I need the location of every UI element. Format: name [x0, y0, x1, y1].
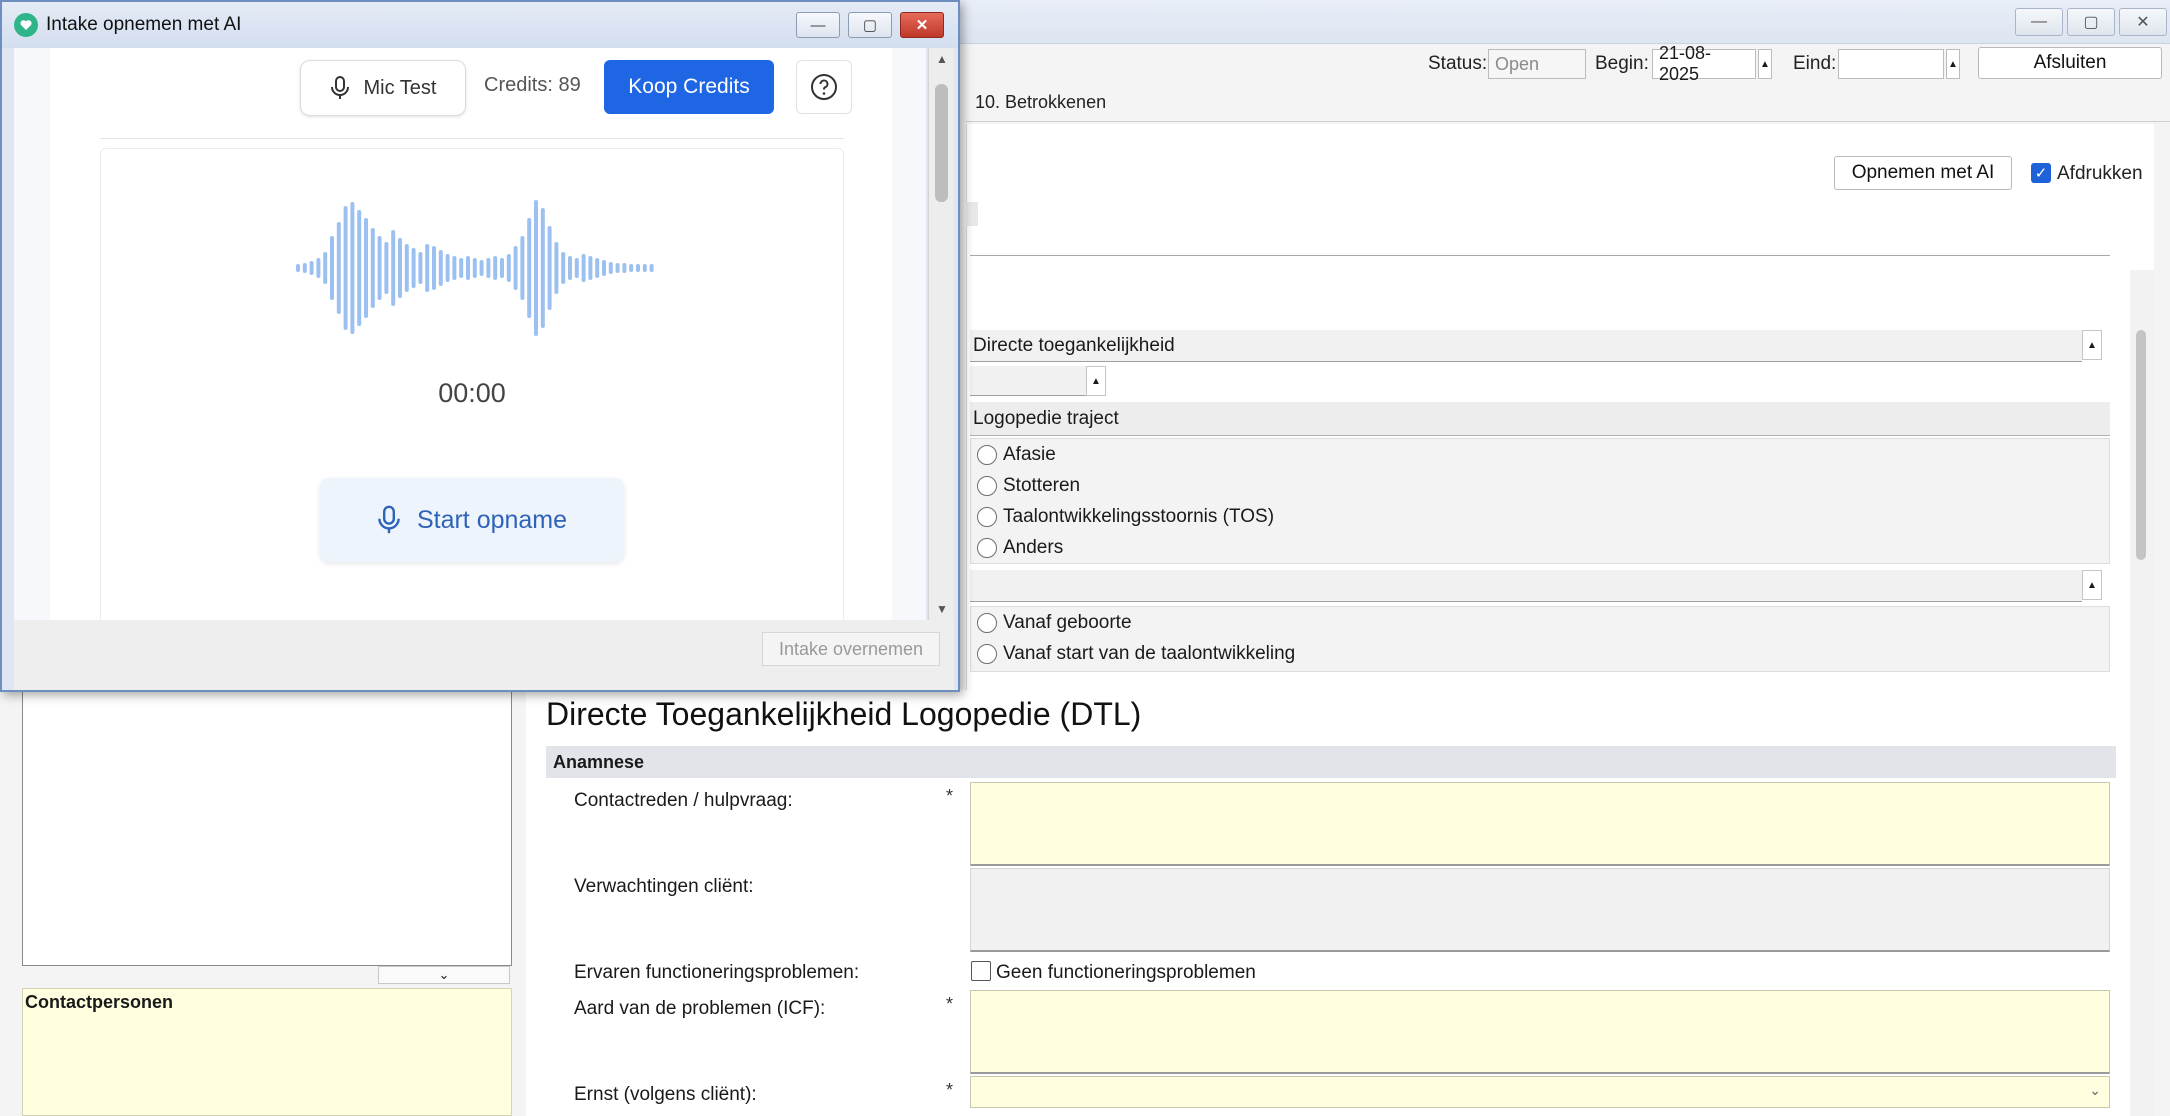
dialog-minimize-icon[interactable]: —	[796, 12, 840, 38]
tab-betrokkenen[interactable]: 10. Betrokkenen	[975, 92, 1106, 113]
radio-tos-label: Taalontwikkelingsstoornis (TOS)	[1003, 505, 1275, 527]
scroll-down-icon[interactable]: ▼	[936, 602, 948, 616]
end-label: Eind:	[1793, 53, 1837, 74]
toolbar-divider	[100, 138, 844, 139]
begin-date-field[interactable]: 21-08-2025	[1652, 43, 1756, 84]
status-label: Status:	[1428, 53, 1488, 74]
print-label: Afdrukken	[2057, 163, 2143, 184]
microphone-icon	[330, 76, 349, 99]
radio-tos[interactable]: Taalontwikkelingsstoornis (TOS)	[971, 501, 2109, 532]
dialog-body: Mic Test Credits: 89 Koop Credits 00:00 …	[14, 48, 926, 620]
no-problems-label: Geen functioneringsproblemen	[996, 962, 1256, 983]
second-dropdown[interactable]	[970, 570, 2082, 602]
radio-vanaf-geboorte[interactable]: Vanaf geboorte	[971, 607, 2109, 638]
nature-input[interactable]	[970, 990, 2110, 1074]
dialog-titlebar: Intake opnemen met AI — ▢ ✕	[2, 2, 958, 48]
section-anamnese: Anamnese	[546, 746, 2116, 778]
access-type-spinner[interactable]: ▲	[2082, 330, 2102, 360]
end-date-spinner[interactable]: ▲	[1946, 49, 1960, 79]
contact-reason-label: Contactreden / hulpvraag:	[574, 790, 793, 811]
dialog-maximize-icon[interactable]: ▢	[848, 12, 892, 38]
dialog-title: Intake opnemen met AI	[46, 14, 242, 35]
contact-reason-input[interactable]	[970, 782, 2110, 866]
waveform-icon	[296, 200, 654, 336]
nature-label: Aard van de problemen (ICF):	[574, 998, 826, 1019]
radio-tos-circle[interactable]	[977, 506, 997, 527]
close-button[interactable]: Afsluiten	[1978, 47, 2162, 79]
severity-required: *	[946, 1080, 954, 1100]
dialog-footer: Intake overnemen	[14, 620, 954, 690]
expectations-input[interactable]	[970, 868, 2110, 952]
small-select-field[interactable]	[970, 366, 1086, 396]
radio-anders-label: Anders	[1003, 536, 1064, 558]
traject-radio-group: Afasie Stotteren Taalontwikkelingsstoorn…	[970, 438, 2110, 564]
contact-reason-required: *	[946, 786, 954, 806]
app-logo-icon	[14, 13, 38, 37]
help-button[interactable]	[796, 60, 852, 114]
dialog-scrollbar-thumb[interactable]	[935, 84, 948, 202]
small-select-spinner[interactable]: ▲	[1086, 366, 1106, 396]
access-type-dropdown[interactable]: Directe toegankelijkheid	[970, 330, 2082, 362]
dialog-close-icon[interactable]: ✕	[900, 12, 944, 38]
begin-date-spinner[interactable]: ▲	[1758, 49, 1772, 79]
help-icon	[811, 74, 837, 100]
onset-radio-group: Vanaf geboorte Vanaf start van de taalon…	[970, 606, 2110, 672]
chevron-down-icon[interactable]: ⌄	[378, 966, 510, 984]
radio-geboorte-circle[interactable]	[977, 612, 997, 633]
problems-label: Ervaren functioneringsproblemen:	[574, 962, 860, 983]
contactpersons-title: Contactpersonen	[25, 992, 174, 1012]
credits-text: Credits: 89	[484, 74, 581, 96]
radio-geboorte-label: Vanaf geboorte	[1003, 611, 1132, 633]
maximize-icon[interactable]: ▢	[2067, 8, 2115, 36]
mic-test-button[interactable]: Mic Test	[300, 60, 466, 116]
minimize-icon[interactable]: —	[2015, 8, 2063, 36]
microphone-icon	[378, 505, 400, 534]
second-dropdown-spinner[interactable]: ▲	[2082, 570, 2102, 600]
radio-afasie-circle[interactable]	[977, 444, 997, 465]
radio-anders-circle[interactable]	[977, 537, 997, 558]
divider-line	[970, 255, 2110, 256]
record-ai-button[interactable]: Opnemen met AI	[1834, 156, 2012, 190]
severity-select[interactable]: ⌄	[970, 1076, 2110, 1108]
no-problems-checkbox[interactable]	[971, 961, 991, 981]
end-date-field[interactable]	[1838, 49, 1944, 79]
left-list-panel	[22, 690, 512, 966]
status-field: Open	[1488, 49, 1586, 79]
start-recording-button[interactable]: Start opname	[320, 478, 624, 562]
nature-required: *	[946, 994, 954, 1014]
severity-label: Ernst (volgens cliënt):	[574, 1084, 757, 1105]
timer-text: 00:00	[438, 378, 506, 408]
radio-anders[interactable]: Anders	[971, 532, 2109, 563]
radio-stotteren-circle[interactable]	[977, 475, 997, 496]
dialog-scrollbar[interactable]: ▲ ▼	[928, 48, 954, 620]
content-scrollbar-thumb[interactable]	[2136, 330, 2146, 560]
start-recording-label: Start opname	[416, 505, 568, 534]
buy-credits-button[interactable]: Koop Credits	[604, 60, 774, 114]
section-traject: Logopedie traject	[970, 402, 2110, 436]
form-title: Directe Toegankelijkheid Logopedie (DTL)	[546, 696, 1142, 732]
radio-afasie[interactable]: Afasie	[971, 439, 2109, 470]
small-tab-fragment	[966, 202, 978, 226]
close-icon[interactable]: ✕	[2119, 8, 2167, 36]
scroll-up-icon[interactable]: ▲	[936, 52, 948, 66]
radio-vanaf-taalontwikkeling[interactable]: Vanaf start van de taalontwikkeling	[971, 638, 2109, 669]
begin-label: Begin:	[1595, 53, 1649, 74]
severity-chevron-icon: ⌄	[2089, 1082, 2101, 1098]
mic-test-label: Mic Test	[363, 76, 437, 99]
radio-taal-label: Vanaf start van de taalontwikkeling	[1003, 642, 1296, 664]
radio-stotteren[interactable]: Stotteren	[971, 470, 2109, 501]
radio-stotteren-label: Stotteren	[1003, 474, 1081, 496]
print-checkbox[interactable]: ✓	[2031, 163, 2051, 183]
intake-overnemen-button[interactable]: Intake overnemen	[762, 632, 940, 666]
content-scrollbar[interactable]	[2130, 270, 2154, 1116]
radio-taal-circle[interactable]	[977, 643, 997, 664]
expectations-label: Verwachtingen cliënt:	[574, 876, 754, 897]
tab-strip	[966, 88, 2170, 122]
radio-afasie-label: Afasie	[1003, 443, 1056, 465]
ai-intake-dialog: Intake opnemen met AI — ▢ ✕ Mic Test Cre…	[0, 0, 960, 692]
